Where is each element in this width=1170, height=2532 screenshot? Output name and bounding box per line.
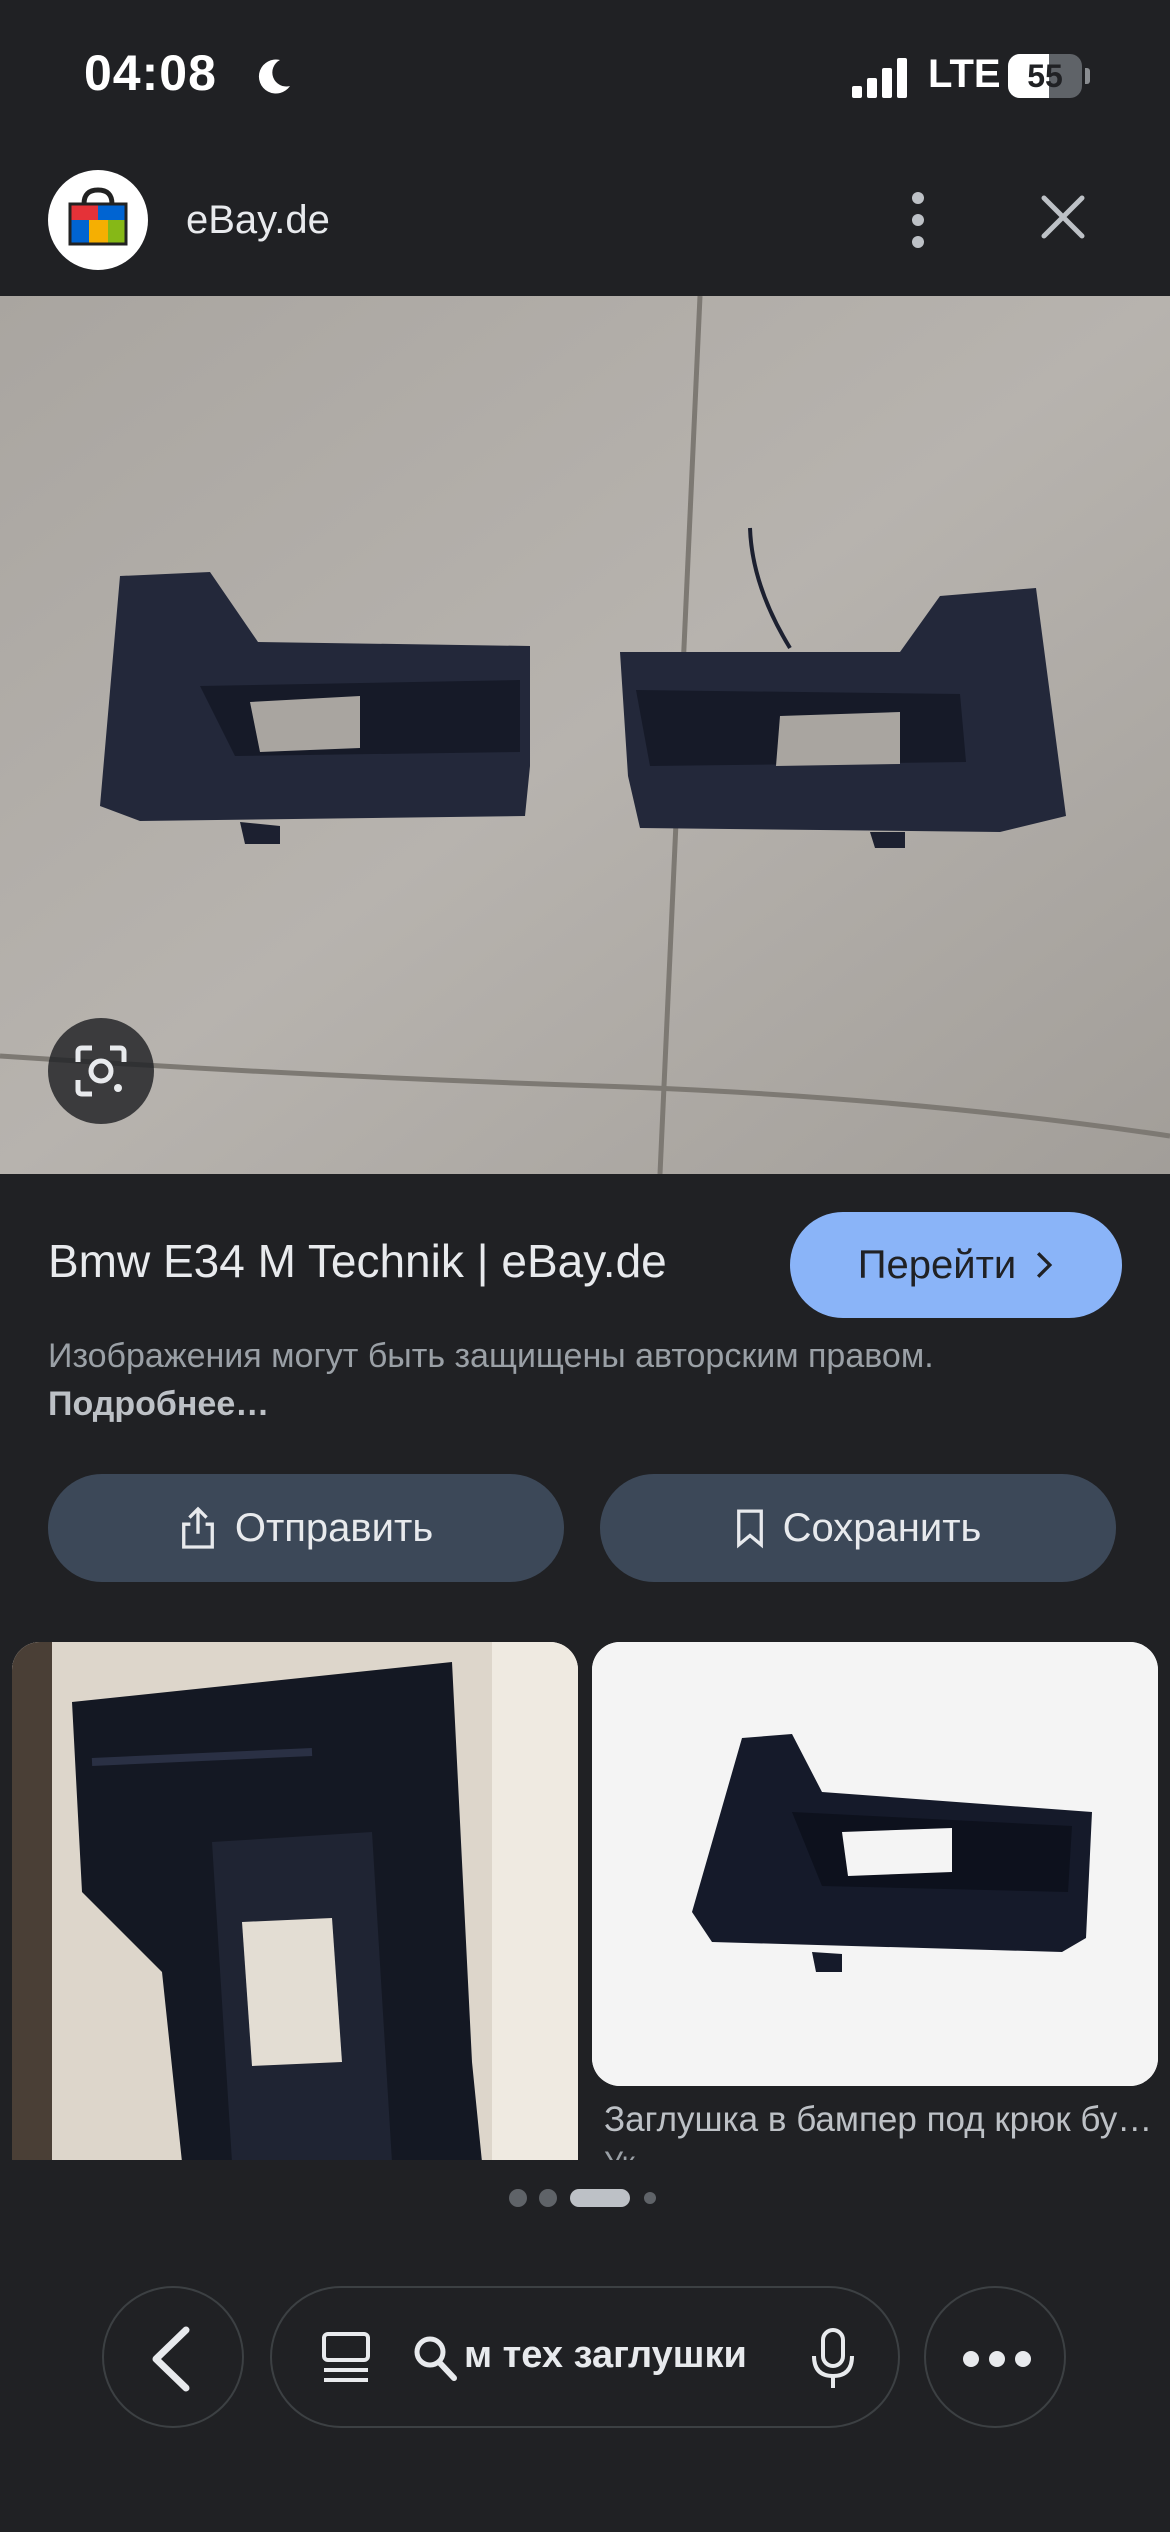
page-dot: [644, 2192, 656, 2204]
share-icon: [181, 1506, 214, 1549]
lens-search-button[interactable]: [48, 1018, 154, 1124]
moon-icon: [258, 59, 290, 94]
signal-icon: [852, 58, 907, 98]
related-photo-2: [592, 1642, 1158, 2086]
chevron-right-icon: [1037, 1252, 1053, 1278]
bookmark-icon: [736, 1509, 763, 1549]
back-button[interactable]: [102, 2286, 244, 2428]
save-label: Сохранить: [782, 1505, 982, 1550]
related-image-1[interactable]: [12, 1642, 578, 2162]
page-dot: [509, 2189, 527, 2207]
bumper-grille-photo: [0, 296, 1170, 1174]
save-button[interactable]: Сохранить: [600, 1474, 1116, 1582]
site-name[interactable]: eBay.de: [186, 198, 330, 243]
main-image[interactable]: [0, 296, 1170, 1174]
learn-more-link[interactable]: Подробнее…: [48, 1385, 269, 1423]
carousel-pagination: [509, 2189, 656, 2207]
close-button[interactable]: [1028, 190, 1098, 250]
battery-label: 55: [1027, 58, 1063, 94]
page-dot-active: [570, 2189, 630, 2207]
chevron-left-icon: [152, 2326, 190, 2392]
more-options-button[interactable]: [888, 190, 948, 250]
related-image-2[interactable]: [592, 1642, 1158, 2086]
shopping-bag-icon: [68, 187, 128, 246]
tabs-icon[interactable]: [318, 2330, 374, 2386]
page-dot: [539, 2189, 557, 2207]
visit-label: Перейти: [857, 1242, 1017, 1287]
related-caption[interactable]: Заглушка в бампер под крюк буксирный BMW…: [604, 2100, 1164, 2140]
share-button[interactable]: Отправить: [48, 1474, 564, 1582]
more-horizontal-icon: [963, 2351, 1031, 2367]
site-logo[interactable]: [48, 170, 148, 270]
share-label: Отправить: [234, 1505, 434, 1550]
close-icon: [1041, 195, 1085, 239]
lens-icon: [75, 1045, 127, 1097]
more-vertical-icon: [912, 192, 924, 248]
visit-button[interactable]: Перейти: [790, 1212, 1122, 1318]
more-menu-button[interactable]: [924, 2286, 1066, 2428]
status-bar: 04:08 LTE 55: [0, 0, 1170, 150]
status-time: 04:08: [84, 45, 217, 101]
battery-icon: 55: [1008, 54, 1090, 98]
search-icon: [414, 2336, 457, 2381]
search-bar[interactable]: м тех заглушки: [270, 2286, 900, 2428]
related-photo-1: [12, 1642, 578, 2162]
source-header: eBay.de: [0, 160, 1170, 296]
mic-icon[interactable]: [808, 2326, 858, 2392]
search-query[interactable]: м тех заглушки: [464, 2334, 764, 2377]
copyright-notice: Изображения могут быть защищены авторски…: [48, 1332, 948, 1428]
result-title[interactable]: Bmw E34 M Technik | eBay.de: [48, 1234, 667, 1288]
copyright-text: Изображения могут быть защищены авторски…: [48, 1337, 934, 1375]
network-label: LTE: [928, 52, 1001, 96]
